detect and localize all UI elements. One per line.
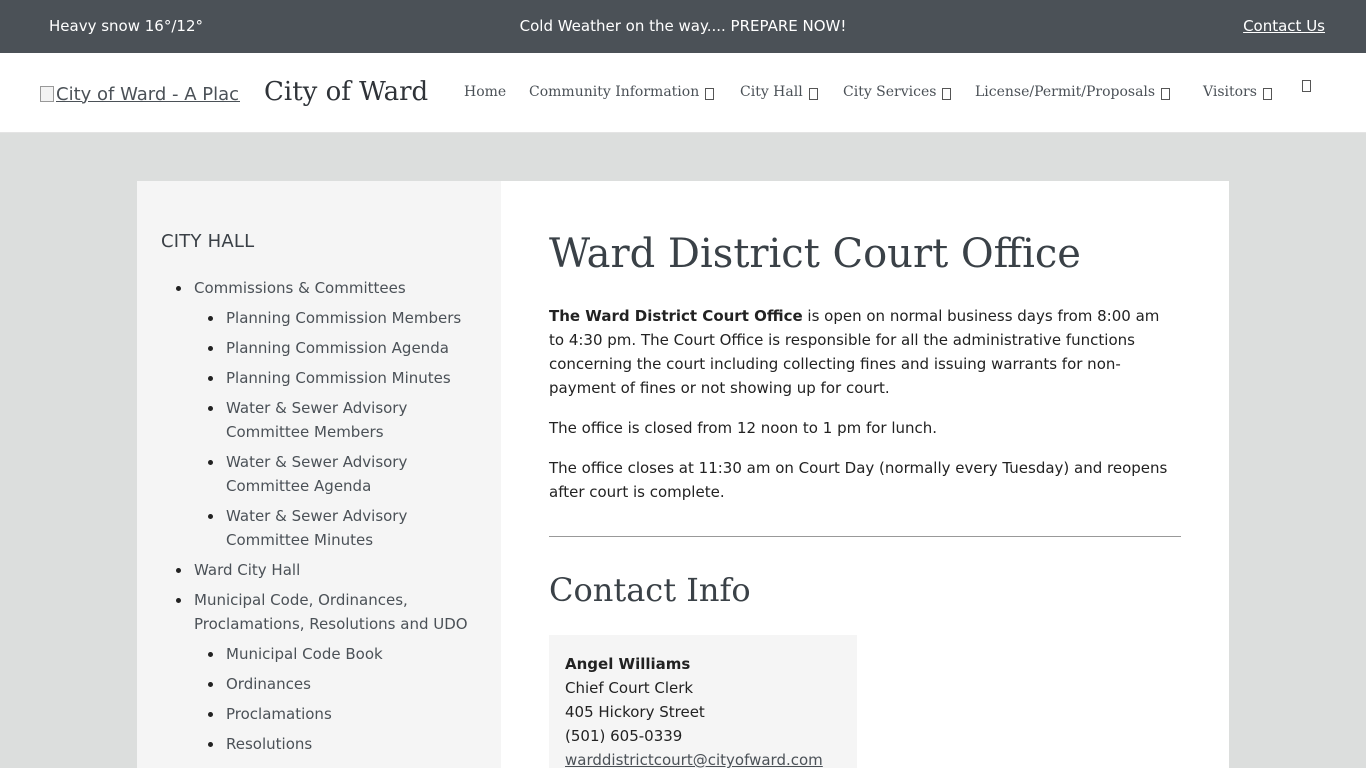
sidebar-item-municipal-code-book[interactable]: Municipal Code Book xyxy=(208,642,496,666)
top-bar: Heavy snow 16°/12° Cold Weather on the w… xyxy=(0,0,1366,53)
court-day-paragraph: The office closes at 11:30 am on Court D… xyxy=(549,459,1168,501)
intro-bold: The Ward District Court Office xyxy=(549,307,803,325)
sidebar-item-proclamations[interactable]: Proclamations xyxy=(208,702,496,726)
nav-label: Home xyxy=(464,84,507,100)
nav-item-community-information[interactable]: Community Information xyxy=(529,84,715,100)
sidebar-item-resolutions[interactable]: Resolutions xyxy=(208,732,496,756)
dropdown-icon[interactable] xyxy=(942,88,952,100)
site-header: City of Ward - A Place to Call Home City… xyxy=(0,53,1366,133)
nav-label: Visitors xyxy=(1203,84,1257,100)
contact-card: Angel Williams Chief Court Clerk 405 Hic… xyxy=(549,635,857,768)
main-content: Ward District Court Office The Ward Dist… xyxy=(501,181,1229,768)
contact-name: Angel Williams xyxy=(565,655,691,673)
nav-item-license-permit-proposals[interactable]: License/Permit/Proposals xyxy=(975,84,1171,100)
dropdown-icon[interactable] xyxy=(705,88,715,100)
nav-label: License/Permit/Proposals xyxy=(975,84,1156,100)
nav-label: Community Information xyxy=(529,84,700,100)
sidebar-item-ward-city-hall[interactable]: Ward City Hall xyxy=(176,558,464,582)
logo-link[interactable]: City of Ward - A Place to Call Home xyxy=(40,82,240,106)
sidebar-item-water-sewer-members[interactable]: Water & Sewer Advisory Committee Members xyxy=(208,396,416,444)
dropdown-icon[interactable] xyxy=(1161,88,1171,100)
nav-item-home[interactable]: Home xyxy=(464,84,506,100)
sidebar-heading: CITY HALL xyxy=(161,231,255,252)
dropdown-icon[interactable] xyxy=(1262,88,1272,100)
alert-text: Cold Weather on the way.... PREPARE NOW! xyxy=(519,17,847,35)
sidebar: CITY HALL Commissions & Committees Plann… xyxy=(137,181,501,768)
nav-label: City Services xyxy=(843,84,937,100)
sidebar-item-water-sewer-minutes[interactable]: Water & Sewer Advisory Committee Minutes xyxy=(208,504,416,552)
content-container: CITY HALL Commissions & Committees Plann… xyxy=(137,181,1229,768)
sidebar-item-planning-commission-agenda[interactable]: Planning Commission Agenda xyxy=(208,336,496,360)
lunch-paragraph: The office is closed from 12 noon to 1 p… xyxy=(549,419,938,437)
nav-item-visitors[interactable]: Visitors xyxy=(1203,84,1272,100)
intro-paragraph: The Ward District Court Office is open o… xyxy=(549,304,1179,400)
sidebar-item-water-sewer-agenda[interactable]: Water & Sewer Advisory Committee Agenda xyxy=(208,450,416,498)
dropdown-icon[interactable] xyxy=(808,88,818,100)
contact-email-link[interactable]: warddistrictcourt@cityofward.com xyxy=(565,751,823,768)
sidebar-item-commissions-committees[interactable]: Commissions & Committees xyxy=(176,276,464,300)
contact-heading: Contact Info xyxy=(549,571,751,609)
logo-alt-text: City of Ward - A Place to Call Home xyxy=(56,83,240,105)
sidebar-item-planning-commission-members[interactable]: Planning Commission Members xyxy=(208,306,496,330)
nav-label: City Hall xyxy=(740,84,803,100)
contact-role: Chief Court Clerk xyxy=(565,679,694,697)
contact-us-link[interactable]: Contact Us xyxy=(1243,17,1325,35)
contact-address: 405 Hickory Street xyxy=(565,703,705,721)
sidebar-item-ordinances[interactable]: Ordinances xyxy=(208,672,496,696)
nav-item-city-services[interactable]: City Services xyxy=(843,84,952,100)
contact-phone: (501) 605-0339 xyxy=(565,727,683,745)
search-toggle[interactable] xyxy=(1302,80,1311,92)
divider xyxy=(549,536,1181,537)
sidebar-item-planning-commission-minutes[interactable]: Planning Commission Minutes xyxy=(208,366,496,390)
nav-item-city-hall[interactable]: City Hall xyxy=(740,84,818,100)
search-icon[interactable] xyxy=(1302,80,1311,92)
sidebar-item-municipal-code[interactable]: Municipal Code, Ordinances, Proclamation… xyxy=(176,588,469,636)
site-name[interactable]: City of Ward xyxy=(264,77,428,107)
page-title: Ward District Court Office xyxy=(549,231,1081,277)
broken-image-icon xyxy=(40,86,54,102)
